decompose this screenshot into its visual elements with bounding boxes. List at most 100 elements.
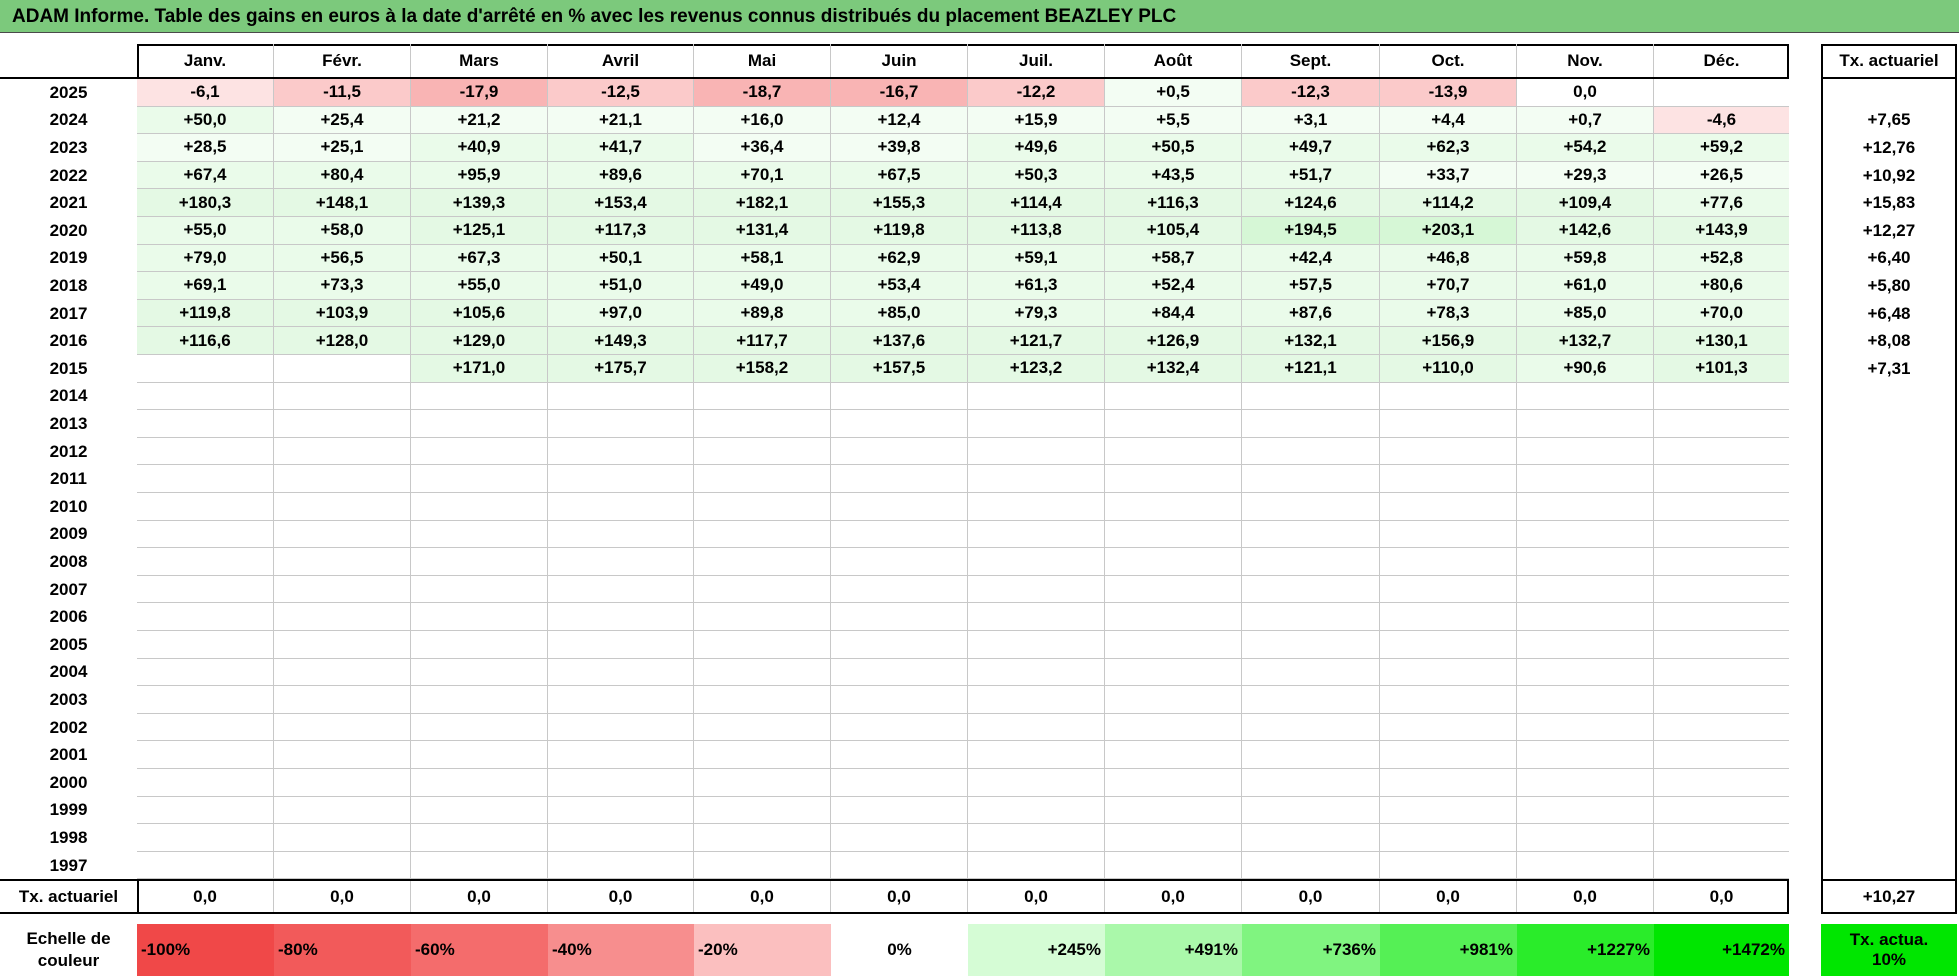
table-cell[interactable]: +142,6 [1517, 217, 1654, 245]
table-cell[interactable] [1380, 686, 1517, 714]
table-cell[interactable]: +157,5 [831, 355, 968, 383]
table-cell[interactable] [274, 410, 411, 438]
table-cell[interactable]: +175,7 [548, 355, 694, 383]
table-cell[interactable] [137, 603, 274, 631]
table-cell[interactable]: +36,4 [694, 134, 831, 162]
table-cell[interactable] [1380, 713, 1517, 742]
table-cell[interactable] [1242, 548, 1380, 576]
table-cell[interactable] [137, 520, 274, 549]
table-cell[interactable] [274, 493, 411, 521]
table-cell[interactable]: +121,1 [1242, 355, 1380, 383]
table-cell[interactable]: +3,1 [1242, 106, 1380, 135]
table-cell[interactable] [1380, 769, 1517, 797]
table-cell[interactable]: +89,6 [548, 161, 694, 190]
table-cell[interactable]: +49,7 [1242, 134, 1380, 162]
table-cell[interactable]: +123,2 [968, 355, 1105, 383]
table-cell[interactable] [831, 437, 968, 466]
table-cell[interactable] [137, 465, 274, 493]
table-cell[interactable] [968, 686, 1105, 714]
table-cell[interactable] [694, 410, 831, 438]
table-cell[interactable] [137, 575, 274, 604]
table-cell[interactable] [968, 493, 1105, 521]
table-cell[interactable] [1105, 851, 1242, 880]
table-cell[interactable]: +67,5 [831, 161, 968, 190]
table-cell[interactable] [1105, 520, 1242, 549]
table-cell[interactable] [968, 575, 1105, 604]
table-cell[interactable] [1654, 686, 1789, 714]
table-cell[interactable] [831, 631, 968, 659]
table-cell[interactable]: +59,1 [968, 244, 1105, 273]
table-cell[interactable] [694, 382, 831, 411]
table-cell[interactable]: +128,0 [274, 327, 411, 355]
table-cell[interactable] [694, 575, 831, 604]
table-cell[interactable]: +132,1 [1242, 327, 1380, 355]
table-cell[interactable] [411, 686, 548, 714]
table-cell[interactable] [1654, 575, 1789, 604]
table-cell[interactable] [274, 686, 411, 714]
table-cell[interactable]: +137,6 [831, 327, 968, 355]
table-cell[interactable] [137, 410, 274, 438]
table-cell[interactable] [1654, 410, 1789, 438]
table-cell[interactable] [137, 493, 274, 521]
table-cell[interactable]: +70,0 [1654, 299, 1789, 328]
table-cell[interactable] [1654, 520, 1789, 549]
table-cell[interactable]: +103,9 [274, 299, 411, 328]
table-cell[interactable]: +55,0 [411, 272, 548, 300]
table-cell[interactable]: +73,3 [274, 272, 411, 300]
table-cell[interactable]: +79,3 [968, 299, 1105, 328]
table-cell[interactable]: +58,1 [694, 244, 831, 273]
table-cell[interactable] [1242, 437, 1380, 466]
table-cell[interactable] [1517, 796, 1654, 825]
table-cell[interactable] [694, 437, 831, 466]
table-cell[interactable] [968, 382, 1105, 411]
table-cell[interactable] [968, 603, 1105, 631]
table-cell[interactable] [1380, 465, 1517, 493]
table-cell[interactable]: -18,7 [694, 79, 831, 107]
table-cell[interactable] [1517, 493, 1654, 521]
table-cell[interactable] [1517, 382, 1654, 411]
table-cell[interactable] [1105, 437, 1242, 466]
table-cell[interactable] [1105, 713, 1242, 742]
table-cell[interactable] [1517, 686, 1654, 714]
table-cell[interactable] [1105, 493, 1242, 521]
table-cell[interactable] [694, 851, 831, 880]
table-cell[interactable]: +16,0 [694, 106, 831, 135]
table-cell[interactable] [831, 658, 968, 687]
table-cell[interactable]: +180,3 [137, 189, 274, 217]
table-cell[interactable] [1380, 520, 1517, 549]
table-cell[interactable]: +29,3 [1517, 161, 1654, 190]
table-cell[interactable]: +117,3 [548, 217, 694, 245]
table-cell[interactable] [548, 575, 694, 604]
table-cell[interactable] [1242, 575, 1380, 604]
table-cell[interactable] [1654, 465, 1789, 493]
table-cell[interactable]: +49,0 [694, 272, 831, 300]
table-cell[interactable]: +117,7 [694, 327, 831, 355]
table-cell[interactable]: +59,2 [1654, 134, 1789, 162]
table-cell[interactable] [1517, 658, 1654, 687]
table-cell[interactable] [1242, 658, 1380, 687]
table-cell[interactable]: +139,3 [411, 189, 548, 217]
table-cell[interactable]: +101,3 [1654, 355, 1789, 383]
table-cell[interactable] [968, 520, 1105, 549]
table-cell[interactable] [548, 769, 694, 797]
table-cell[interactable] [831, 548, 968, 576]
table-cell[interactable]: +4,4 [1380, 106, 1517, 135]
table-cell[interactable] [1654, 796, 1789, 825]
table-cell[interactable] [548, 796, 694, 825]
table-cell[interactable]: +62,3 [1380, 134, 1517, 162]
table-cell[interactable] [137, 548, 274, 576]
table-cell[interactable] [1380, 741, 1517, 769]
table-cell[interactable] [274, 437, 411, 466]
table-cell[interactable] [548, 548, 694, 576]
table-cell[interactable] [1517, 769, 1654, 797]
table-cell[interactable]: +95,9 [411, 161, 548, 190]
table-cell[interactable]: +28,5 [137, 134, 274, 162]
table-cell[interactable] [137, 796, 274, 825]
table-cell[interactable]: +194,5 [1242, 217, 1380, 245]
table-cell[interactable] [1517, 548, 1654, 576]
table-cell[interactable] [548, 465, 694, 493]
table-cell[interactable] [831, 382, 968, 411]
table-cell[interactable]: +15,9 [968, 106, 1105, 135]
table-cell[interactable]: 0,0 [1517, 79, 1654, 107]
table-cell[interactable] [137, 686, 274, 714]
